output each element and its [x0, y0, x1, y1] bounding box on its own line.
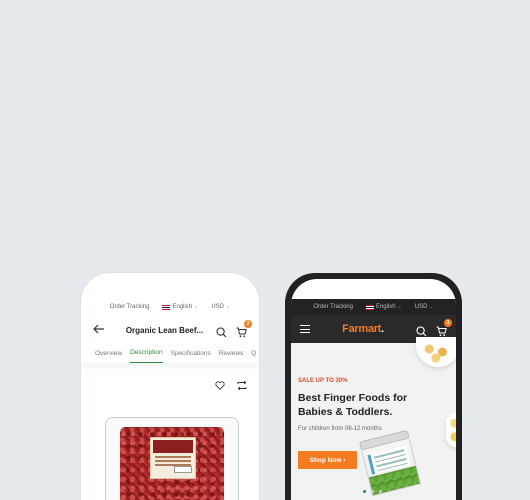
baby-food-jar-image [358, 429, 422, 497]
utility-bar: Order Tracking English ⌄ USD ⌄ [81, 300, 259, 314]
home-screen: Order Tracking English ⌄ USD ⌄ Farmart. … [291, 279, 456, 500]
language-selector[interactable]: English ⌄ [162, 304, 198, 310]
tab-description[interactable]: Description [130, 343, 163, 363]
slide-dot[interactable] [371, 490, 374, 493]
language-label: English [375, 304, 396, 310]
product-tabs: Overview Description Specifications Revi… [81, 343, 259, 363]
cart-icon[interactable]: 3 [436, 318, 452, 336]
currency-label: USD [211, 304, 225, 310]
hero-banner: SALE UP TO 30% Best Finger Foods for Bab… [291, 337, 456, 500]
order-tracking-link[interactable]: Order Tracking [110, 304, 150, 310]
search-icon[interactable] [416, 324, 427, 336]
currency-selector[interactable]: USD ⌄ [415, 304, 434, 310]
page-title: Organic Lean Beef... [125, 325, 204, 335]
ground-beef-image [120, 427, 224, 500]
corn-bowl-image [446, 413, 456, 447]
home-page-phone: Order Tracking English ⌄ USD ⌄ Farmart. … [285, 273, 462, 500]
pasta-bowl-image [416, 337, 456, 367]
cart-icon[interactable]: 3 [236, 319, 252, 337]
utility-bar: Order Tracking English ⌄ USD ⌄ [291, 299, 456, 315]
product-page-phone: Order Tracking English ⌄ USD ⌄ Organic L… [80, 272, 260, 500]
hamburger-menu-icon[interactable] [300, 325, 310, 333]
tab-overview[interactable]: Overview [95, 343, 122, 363]
currency-label: USD [414, 304, 428, 310]
product-image [105, 417, 239, 500]
farmart-logo[interactable]: Farmart. [342, 323, 384, 335]
back-arrow-icon[interactable] [93, 324, 107, 336]
uk-flag-icon [162, 304, 171, 310]
cart-count-badge: 3 [443, 318, 452, 327]
uk-flag-icon [365, 304, 374, 310]
package-label [150, 437, 196, 479]
currency-selector[interactable]: USD ⌄ [211, 304, 230, 310]
compare-icon[interactable] [237, 377, 247, 395]
sale-tag: SALE UP TO 30% [298, 378, 348, 384]
slide-dot[interactable] [379, 490, 382, 493]
tab-specifications[interactable]: Specifications [171, 343, 211, 363]
slide-dot[interactable] [363, 490, 366, 493]
chevron-down-icon: ⌄ [429, 304, 434, 310]
cart-count-badge: 3 [244, 319, 252, 328]
slider-dots [363, 490, 382, 493]
hero-title: Best Finger Foods for Babies & Toddlers. [298, 392, 408, 419]
product-header: Organic Lean Beef... 3 [81, 319, 259, 341]
search-icon[interactable] [216, 325, 227, 337]
language-selector[interactable]: English ⌄ [365, 304, 402, 310]
hero-subtitle: For children from 06-12 months [298, 426, 382, 432]
language-label: English [172, 304, 193, 310]
order-tracking-link[interactable]: Order Tracking [313, 304, 353, 310]
heart-icon[interactable] [215, 377, 225, 395]
product-actions [215, 377, 247, 395]
tab-reviews[interactable]: Reviews [219, 343, 244, 363]
chevron-right-icon: › [343, 456, 346, 464]
chevron-down-icon: ⌄ [194, 304, 199, 310]
chevron-down-icon: ⌄ [226, 304, 231, 310]
chevron-down-icon: ⌄ [397, 304, 402, 310]
shop-now-button[interactable]: Shop Now › [298, 451, 357, 469]
tab-more[interactable]: Q [251, 343, 256, 363]
